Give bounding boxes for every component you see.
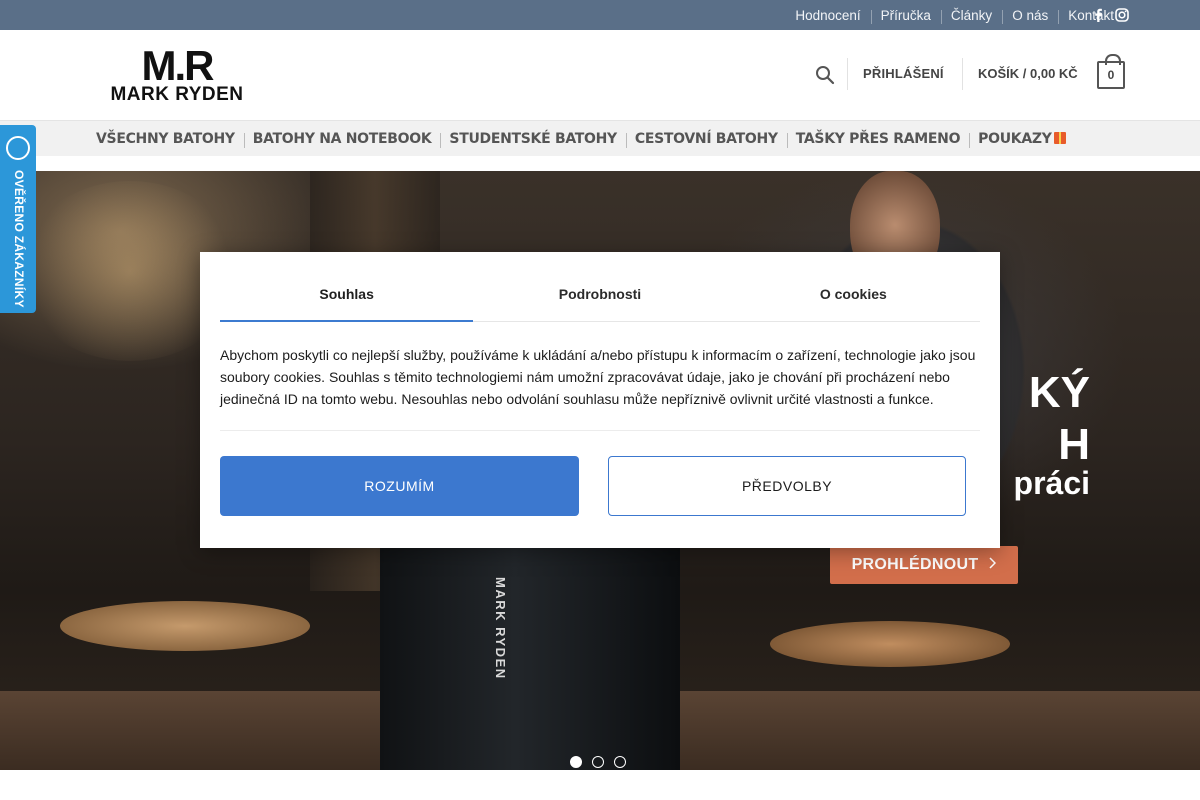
hero-stool: [60, 601, 310, 651]
cookie-tabs: Souhlas Podrobnosti O cookies: [220, 270, 980, 322]
browse-button-label: PROHLÉDNOUT: [851, 556, 979, 573]
slider-dot-1[interactable]: [570, 756, 582, 768]
nav-notebook-backpacks[interactable]: BATOHY NA NOTEBOOK: [243, 131, 441, 148]
cookie-actions: ROZUMÍM PŘEDVOLBY: [220, 430, 980, 548]
search-icon[interactable]: [815, 65, 835, 85]
tab-details[interactable]: Podrobnosti: [473, 270, 726, 321]
hero-stool: [770, 621, 1010, 667]
cart-link[interactable]: KOŠÍK / 0,00 KČ: [978, 66, 1078, 81]
nav-travel-backpacks[interactable]: CESTOVNÍ BATOHY: [625, 131, 787, 148]
cart-count-icon[interactable]: 0: [1097, 54, 1125, 89]
link-prirucka[interactable]: Příručka: [870, 8, 941, 24]
tab-consent[interactable]: Souhlas: [220, 270, 474, 322]
slider-dot-3[interactable]: [614, 756, 626, 768]
nav-student-backpacks[interactable]: STUDENTSKÉ BATOHY: [440, 131, 625, 148]
main-nav: VŠECHNY BATOHY BATOHY NA NOTEBOOK STUDEN…: [0, 120, 1200, 156]
preferences-button[interactable]: PŘEDVOLBY: [608, 456, 966, 516]
site-header: M.R MARK RYDEN PŘIHLÁŠENÍ KOŠÍK / 0,00 K…: [0, 30, 1200, 120]
login-link[interactable]: PŘIHLÁŠENÍ: [863, 66, 944, 81]
social-links: [1090, 7, 1130, 23]
nav-all-backpacks[interactable]: VŠECHNY BATOHY: [96, 131, 244, 147]
nav-vouchers[interactable]: POUKAZY: [969, 130, 1074, 148]
header-divider: [847, 58, 848, 90]
accept-button[interactable]: ROZUMÍM: [220, 456, 579, 516]
cookie-description: Abychom poskytli co nejlepší služby, pou…: [220, 347, 976, 407]
backpack-label: MARK RYDEN: [493, 577, 508, 680]
cookie-consent-dialog: Souhlas Podrobnosti O cookies Abychom po…: [200, 252, 1000, 548]
slider-dot-2[interactable]: [592, 756, 604, 768]
facebook-icon[interactable]: [1090, 7, 1106, 23]
heureka-seal-icon: [6, 136, 30, 160]
top-links: Hodnocení Příručka Články O nás Kontakt: [785, 0, 1124, 30]
nav-shoulder-bags[interactable]: TAŠKY PŘES RAMENO: [786, 131, 969, 148]
svg-text:M.R: M.R: [142, 48, 215, 89]
link-clanky[interactable]: Články: [940, 8, 1002, 24]
tab-about-cookies[interactable]: O cookies: [727, 270, 980, 321]
chevron-right-icon: [988, 556, 997, 574]
mark-ryden-logo[interactable]: M.R MARK RYDEN: [84, 42, 270, 105]
badge-label: OVĚŘENO ZÁKAZNÍKY: [12, 170, 26, 308]
nav-vouchers-label: POUKAZY: [978, 130, 1052, 147]
verified-customers-badge[interactable]: OVĚŘENO ZÁKAZNÍKY: [0, 125, 36, 313]
header-divider: [962, 58, 963, 90]
browse-button[interactable]: PROHLÉDNOUT: [830, 546, 1018, 584]
top-bar: Hodnocení Příručka Články O nás Kontakt: [0, 0, 1200, 30]
svg-text:MARK RYDEN: MARK RYDEN: [110, 84, 243, 104]
slider-dots: [570, 756, 626, 768]
gift-icon: [1053, 131, 1066, 144]
instagram-icon[interactable]: [1114, 7, 1130, 23]
link-o-nas[interactable]: O nás: [1002, 8, 1058, 24]
link-hodnoceni[interactable]: Hodnocení: [785, 8, 870, 23]
